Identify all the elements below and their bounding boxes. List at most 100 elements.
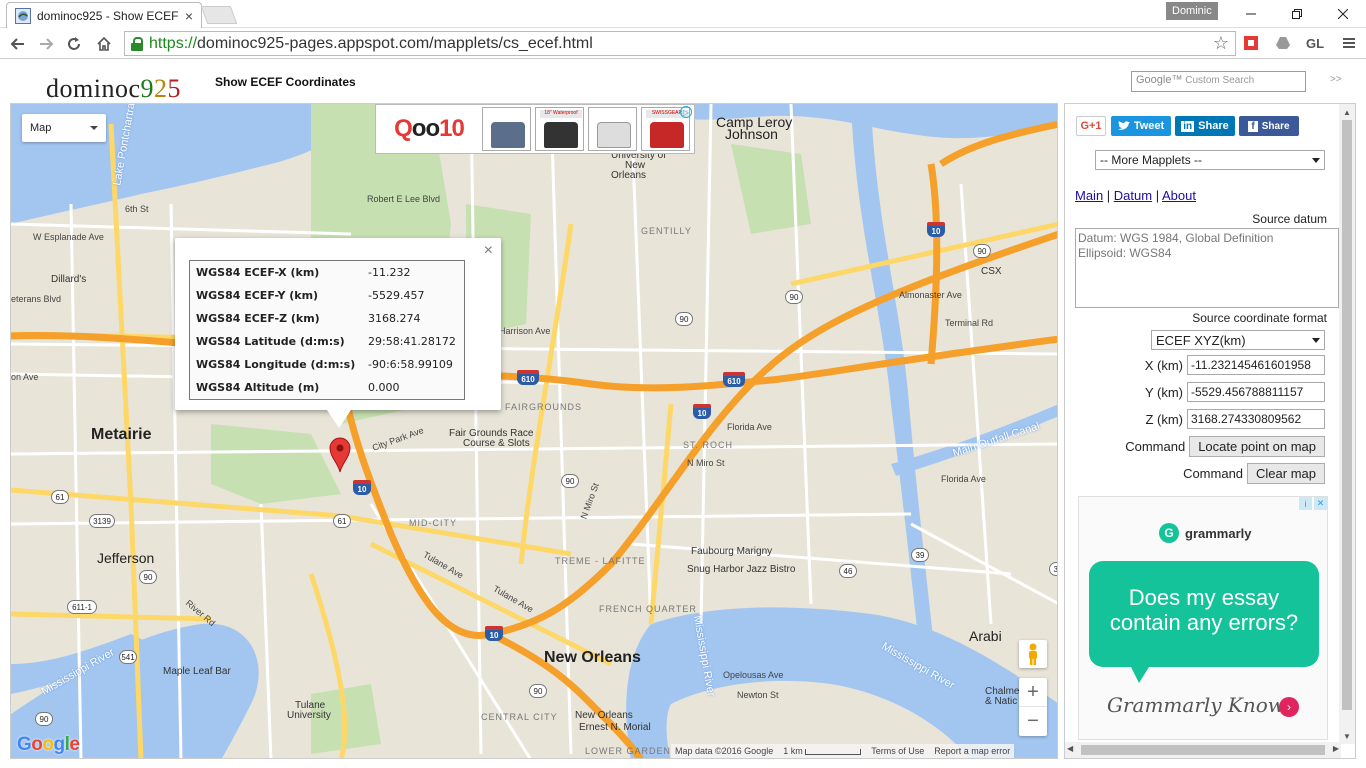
reload-icon[interactable] [60,30,88,58]
ad-product-image[interactable] [587,107,637,151]
profile-badge[interactable]: Dominic [1166,2,1218,20]
table-row: WGS84 Longitude (d:m:s) -90:6:58.99109 [190,353,464,376]
minimize-icon[interactable] [1228,0,1274,28]
ad-headline: Does my essay contain any errors? [1089,561,1319,683]
map-attribution: Map data ©2016 Google 1 km Terms of Use … [671,744,1015,758]
row-key: WGS84 ECEF-Y (km) [196,289,319,302]
street-view-pegman-icon[interactable] [1019,640,1047,668]
close-icon[interactable]: × [484,242,493,260]
site-favicon-icon [15,7,31,24]
forward-arrow-icon[interactable] [32,30,60,58]
tab-title: dominoc925 - Show ECEF [37,8,179,23]
clear-map-button[interactable]: Clear map [1247,462,1325,484]
zoom-in-button[interactable]: + [1019,678,1047,707]
label-university: University [287,710,331,721]
bookmark-star-icon[interactable]: ☆ [1213,33,1229,54]
close-window-icon[interactable] [1320,0,1366,28]
label-maple-leaf: Maple Leaf Bar [163,666,231,677]
z-label: Z (km) [1145,411,1183,427]
menu-icon[interactable] [1338,31,1360,55]
interstate-shield: 10 [353,480,371,495]
datum-link[interactable]: Datum [1114,188,1152,203]
ad-choices[interactable]: i ✕ [1299,497,1327,510]
twitter-bird-icon [1117,121,1130,130]
route-shield: 39 [1049,562,1057,576]
extension-gl[interactable]: GL [1304,31,1326,55]
map-data-credit: Map data ©2016 Google [675,746,774,756]
grammarly-brand: G grammarly [1159,523,1251,543]
map-type-select[interactable]: Map [22,114,106,142]
google-logo[interactable]: Google [17,734,80,756]
sidebar-horizontal-scrollbar[interactable]: ◀ ▶ [1065,742,1341,758]
row-key: WGS84 ECEF-X (km) [196,266,320,279]
browser-tab[interactable]: dominoc925 - Show ECEF × [6,2,202,28]
locate-point-button[interactable]: Locate point on map [1189,435,1325,457]
label-and-natic: & Natic [985,696,1018,707]
linkedin-share-button[interactable]: in Share [1175,116,1235,136]
ad-product-image[interactable]: 18" Waterproof [534,107,584,151]
qoo10-ad-banner[interactable]: Qoo 10 18" Waterproof SWISSGEAR ▷ [375,104,695,154]
chevron-right-icon[interactable]: › [1279,697,1299,717]
home-icon[interactable] [90,30,118,58]
label-robert-e-lee: Robert E Lee Blvd [367,194,441,204]
scroll-down-icon[interactable]: ▼ [1339,728,1355,744]
route-shield: 90 [785,290,803,304]
tweet-button[interactable]: Tweet [1111,116,1171,136]
scroll-up-icon[interactable]: ▲ [1339,104,1355,120]
chevron-down-icon [1312,337,1320,343]
coordinate-format-select[interactable]: ECEF XYZ(km) [1151,330,1325,350]
site-logo[interactable]: dominoc925 [46,74,181,104]
about-link[interactable]: About [1162,188,1196,203]
table-row: WGS84 Altitude (m) 0.000 [190,376,464,399]
map-marker-icon[interactable] [329,437,351,473]
map-info-window: × WGS84 ECEF-X (km) -11.232 WGS84 ECEF-Y … [175,238,501,428]
command-label: Command [1125,438,1186,454]
route-shield: 39 [911,548,929,562]
custom-search-input[interactable]: Google™ Custom Search [1131,71,1306,92]
y-input[interactable]: -5529.456788811157 [1187,382,1325,402]
z-input[interactable]: 3168.274330809562 [1187,409,1325,429]
row-value: 3168.274 [368,312,421,325]
ad-product-image[interactable] [481,107,531,151]
source-datum-textarea[interactable]: Datum: WGS 1984, Global Definition Ellip… [1075,228,1339,308]
sidebar-vertical-scrollbar[interactable]: ▲ ▼ [1339,104,1355,744]
route-shield: 90 [675,312,693,326]
ad-close-icon[interactable]: ✕ [1314,497,1327,510]
ad-info-icon[interactable]: i [1299,497,1312,510]
new-tab-button[interactable] [200,6,238,24]
label-orleans: Orleans [611,170,647,181]
x-input[interactable]: -11.232145461601958 [1187,355,1325,375]
facebook-share-button[interactable]: f Share [1239,116,1299,136]
ad-choices-icon[interactable]: ▷ [680,106,692,118]
more-mapplets-select[interactable]: -- More Mapplets -- [1095,150,1325,170]
zoom-out-button[interactable]: − [1019,707,1047,736]
label-central-city: CENTRAL CITY [481,712,558,722]
label-csx: CSX [981,266,1002,277]
tab-close-icon[interactable]: × [185,9,193,23]
browser-toolbar: https://dominoc925-pages.appspot.com/map… [0,29,1366,59]
google-plus-button[interactable]: G+1 [1076,116,1106,136]
address-bar[interactable]: https://dominoc925-pages.appspot.com/map… [124,31,1236,56]
search-go-link[interactable]: >> [1330,74,1342,85]
label-florida-ave: Florida Ave [727,422,772,432]
main-link[interactable]: Main [1075,188,1103,203]
scroll-thumb[interactable] [1081,745,1325,755]
back-arrow-icon[interactable] [4,30,32,58]
page-title: Show ECEF Coordinates [215,75,356,89]
scroll-left-icon[interactable]: ◀ [1067,744,1073,753]
grammarly-ad[interactable]: i ✕ G grammarly Does my essay contain an… [1078,496,1328,740]
table-row: WGS84 Latitude (d:m:s) 29:58:41.28172 [190,330,464,353]
source-datum-label: Source datum [1252,212,1327,226]
scroll-thumb[interactable] [1342,120,1352,710]
drive-icon[interactable] [1272,31,1294,55]
restore-icon[interactable] [1274,0,1320,28]
report-map-error-link[interactable]: Report a map error [934,746,1010,756]
terms-of-use-link[interactable]: Terms of Use [871,746,924,756]
extension-shield-icon[interactable] [1240,31,1262,55]
label-almonaster: Almonaster Ave [899,290,962,300]
table-row: WGS84 ECEF-Z (km) 3168.274 [190,307,464,330]
map-canvas[interactable]: Metairie New Orleans Jefferson Camp Lero… [10,103,1058,759]
scroll-right-icon[interactable]: ▶ [1333,744,1339,753]
route-shield: 61 [333,514,351,528]
label-jefferson: Jefferson [97,550,155,566]
